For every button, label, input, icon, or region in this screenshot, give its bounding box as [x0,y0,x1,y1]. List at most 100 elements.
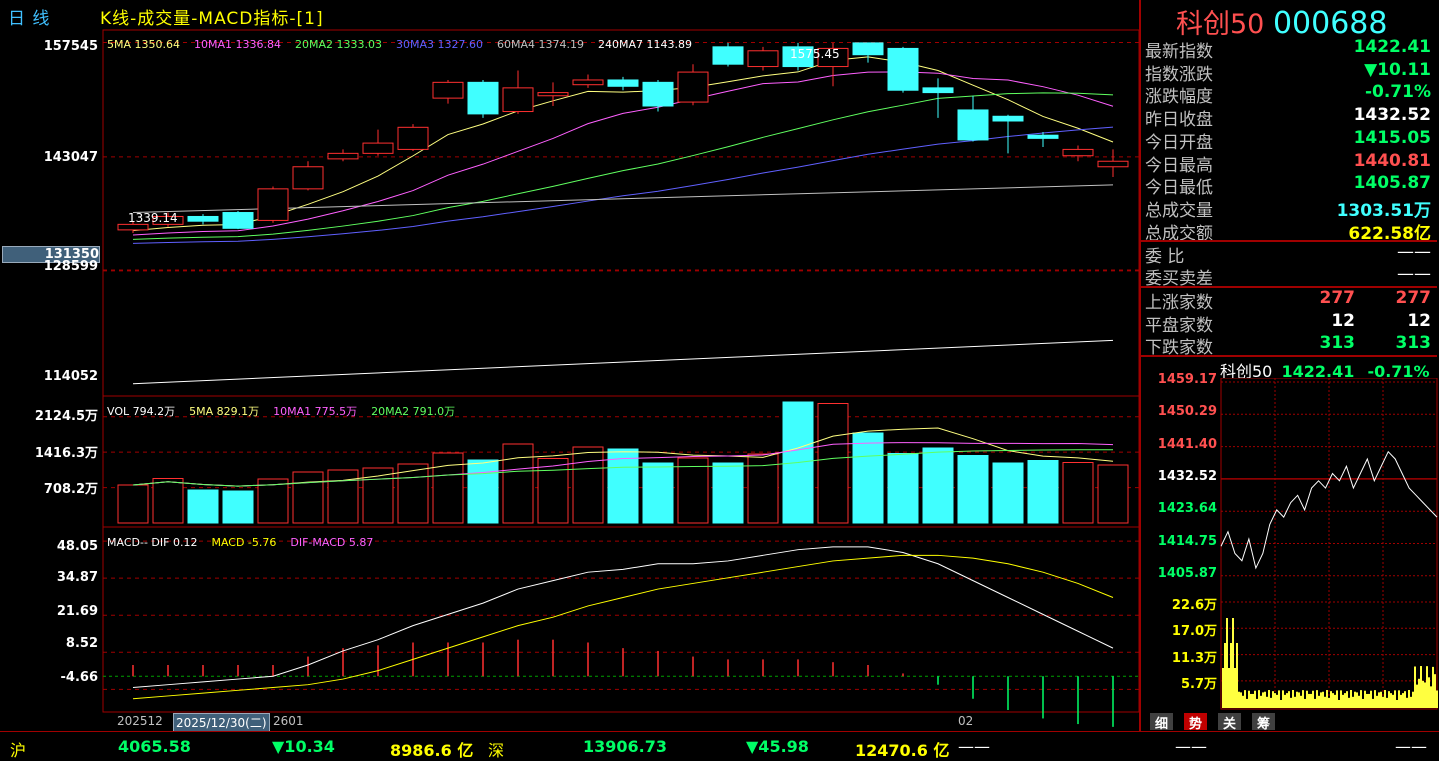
axis-tick-label: 128599 [43,259,98,274]
quote-value: ▼10.11 [1364,59,1431,80]
ma240-line [132,339,1114,385]
mini-tab-0[interactable]: 细 [1150,713,1174,732]
candle [187,215,219,222]
volume-legend: VOL 794.2万 5MA 829.1万 10MA1 775.5万 20MA2 79… [107,400,469,419]
axis-tick-label: -4.66 [60,670,98,685]
axis-tick-label: 21.69 [56,604,98,619]
mini-axis-label: 11.3万 [1171,650,1217,666]
quote-value: —— [1397,264,1431,284]
legend-item: MACD-- DIF 0.12 [107,536,198,549]
volume-bar [222,490,254,524]
date-axis: 202512 2025/12/30(二) 2601 02 [103,713,1139,732]
quote-label: 上涨家数 [1145,293,1213,313]
candle [327,152,359,160]
volume-bar [327,469,359,524]
mini-axis-label: 1432.52 [1157,468,1217,484]
breadth-value: 313 [1395,333,1432,353]
quote-value: 1422.41 [1353,37,1431,57]
mini-axis-label: 1441.40 [1157,436,1217,452]
quote-value: 1405.87 [1353,173,1431,194]
breadth-value: 313 [1319,333,1356,353]
candle [257,188,289,221]
index-code: 000688 [1272,6,1388,41]
candle [467,81,499,115]
mini-tab-2[interactable]: 关 [1218,713,1242,732]
quote-label: 今日最高 [1145,155,1213,176]
axis-tick-label: 2124.5万 [34,409,98,424]
mini-axis-label: 22.6万 [1171,598,1217,613]
quote-label: 涨跌幅度 [1145,87,1213,108]
axis-tick-label: 114052 [43,369,98,384]
date-label: 02 [958,714,974,728]
quote-value: 1440.81 [1353,150,1431,171]
breadth-value: 12 [1407,310,1431,331]
market-status-bar: 沪 4065.58 ▼10.34 8986.6 亿 深 13906.73 ▼45… [0,731,1439,761]
index-header: 科创50 000688 [1176,2,1387,41]
candle [432,81,464,99]
candle [677,71,709,103]
mini-axis-label: 1459.17 [1157,372,1217,387]
volume-bar [572,446,604,524]
volume-bar [852,432,884,524]
sh-index: 4065.58 [118,737,191,756]
volume-bar [922,447,954,524]
axis-tick-label: 48.05 [56,539,98,554]
mini-tab-3[interactable]: 筹 [1252,713,1276,732]
date-label: 202512 [117,714,163,728]
volume-bar [642,462,674,524]
legend-item: 60MA4 1374.19 [497,38,584,51]
candle [642,81,674,107]
mini-axis-label: 1405.87 [1157,565,1217,581]
high-price-label: 1575.45 [790,47,840,61]
legend-item: VOL 794.2万 [107,405,176,418]
candle [537,92,569,97]
volume-bar [397,463,429,524]
quote-row: 总成交额 622.58亿 [1143,219,1435,244]
quote-value: —— [1397,242,1431,262]
volume-bar [712,462,744,524]
quote-row: 平盘家数 12 12 [1143,310,1435,336]
quote-label: 指数涨跌 [1145,64,1213,85]
sh-amount: 8986.6 亿 [390,741,474,760]
kline-chart-area[interactable] [0,0,1141,731]
candle [747,50,779,68]
legend-item: 20MA2 1333.03 [295,38,382,51]
volume-bar [117,484,149,524]
axis-tick-label: 143047 [43,150,98,165]
axis-tick-label: 34.87 [56,570,98,585]
candle [362,142,394,154]
volume-bar [887,453,919,524]
mini-axis-label: 5.7万 [1180,676,1217,692]
candle [397,126,429,150]
mini-axis-label: 1423.64 [1157,501,1217,517]
legend-item: 20MA2 791.0万 [371,405,456,418]
candle [1097,160,1129,168]
candle [712,46,744,65]
candle [922,87,954,94]
quote-label: 今日开盘 [1145,132,1213,153]
ma30-line [132,126,1114,244]
status-dash: —— [958,737,990,756]
macd-legend: MACD-- DIF 0.12 MACD -5.76 DIF-MACD 5.87 [107,531,387,550]
volume-bar [1062,462,1094,524]
breadth-value: 277 [1395,288,1432,308]
volume-bar [817,403,849,524]
candle [292,166,324,190]
candle [887,47,919,91]
mini-tab-1[interactable]: 势 [1184,713,1208,732]
quote-label: 昨日收盘 [1145,110,1213,131]
sh-change: ▼10.34 [272,737,335,756]
volume-bar [432,452,464,524]
candle [957,109,989,141]
volume-bar [607,448,639,524]
pane-frame [102,526,1140,713]
legend-item: 5MA 1350.64 [107,38,180,51]
quote-row: 委 比 —— [1143,242,1435,267]
candle [572,79,604,86]
divider [1141,355,1437,357]
axis-tick-label: 157545 [43,39,98,54]
quote-row: 最新指数 1422.41 [1143,37,1435,62]
quote-value: 1303.51万 [1336,200,1431,221]
quote-label: 最新指数 [1145,42,1213,62]
quote-label: 总成交量 [1145,200,1213,221]
